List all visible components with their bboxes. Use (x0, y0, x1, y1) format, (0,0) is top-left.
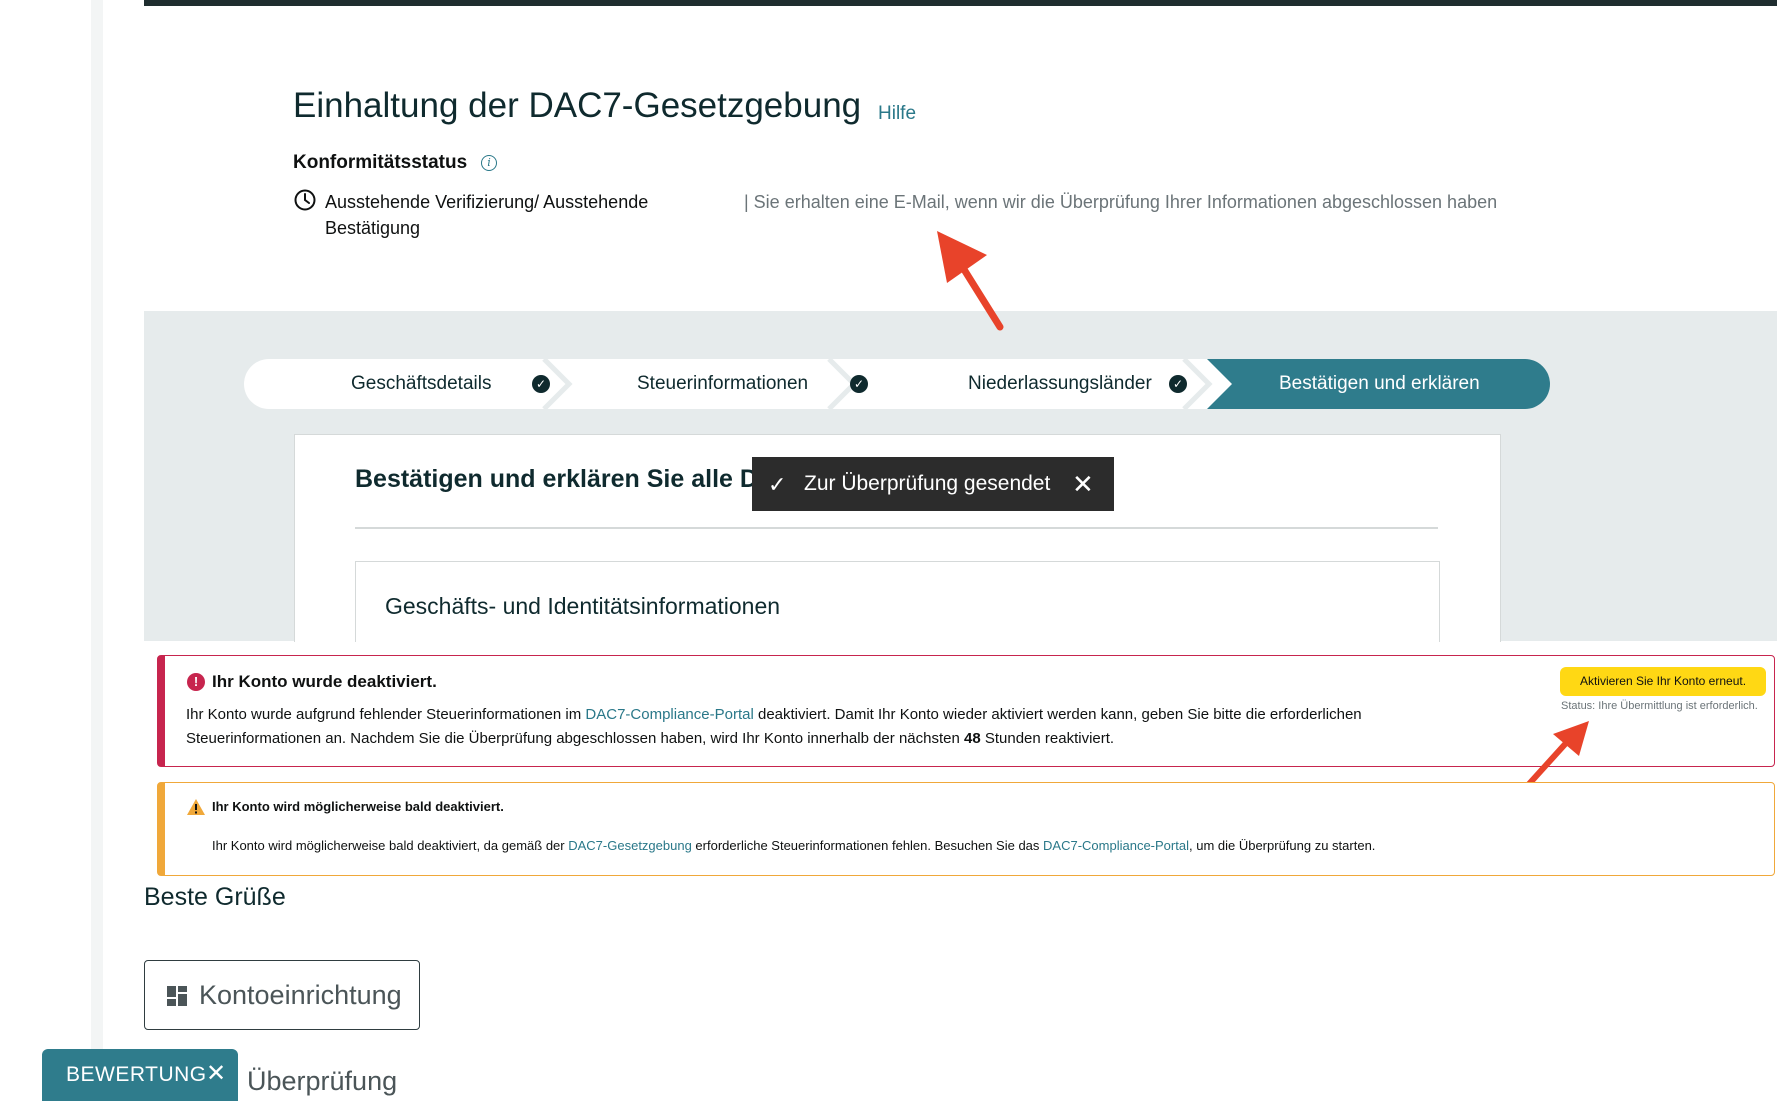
clock-icon (294, 189, 316, 211)
top-bar (144, 0, 1777, 6)
close-icon[interactable]: ✕ (206, 1059, 226, 1088)
alert-title: Ihr Konto wurde deaktiviert. (212, 672, 437, 691)
greeting: Beste Grüße (144, 883, 286, 911)
compliance-status-text: Ausstehende Verifizierung/ Ausstehende B… (325, 192, 649, 238)
alert-body: Ihr Konto wurde aufgrund fehlender Steue… (186, 703, 1496, 751)
step-tax-information[interactable]: Steuerinformationen (637, 373, 808, 395)
warning-body: Ihr Konto wird möglicherweise bald deakt… (212, 838, 1712, 853)
warning-body-text: , um die Überprüfung zu starten. (1188, 838, 1376, 853)
toast-text: Zur Überprüfung gesendet (804, 472, 1051, 495)
business-identity-title: Geschäfts- und Identitätsinformationen (385, 593, 781, 619)
step-establishment-countries[interactable]: Niederlassungsländer (968, 373, 1152, 395)
compliance-portal-link[interactable]: DAC7-Compliance-Portal (1043, 838, 1189, 853)
compliance-status-label: Konformitätsstatus (293, 152, 468, 173)
dac7-legislation-link[interactable]: DAC7-Gesetzgebung (568, 838, 692, 853)
account-setup-label: Kontoeinrichtung (199, 980, 402, 1010)
toast-notification: ✓ Zur Überprüfung gesendet ✕ (752, 457, 1114, 511)
warning-body-text: Ihr Konto wird möglicherweise bald deakt… (212, 838, 569, 853)
error-icon: ! (187, 673, 205, 691)
progress-stepper: Geschäftsdetails ✓ Steuerinformationen ✓… (244, 359, 1550, 409)
help-link[interactable]: Hilfe (878, 103, 916, 125)
account-setup-button[interactable]: Kontoeinrichtung (144, 960, 420, 1030)
reactivate-account-button[interactable]: Aktivieren Sie Ihr Konto erneut. (1560, 667, 1766, 696)
rating-tab[interactable]: BEWERTUNG ✕ (42, 1049, 238, 1101)
deactivation-warning-alert (157, 782, 1775, 876)
step-tax-information-check-icon: ✓ (850, 375, 868, 393)
warning-icon (187, 799, 205, 815)
compliance-status-note: | Sie erhalten eine E-Mail, wenn wir die… (744, 192, 1498, 212)
alert-body-text: Stunden reaktiviert. (980, 730, 1115, 747)
step-business-details-check-icon: ✓ (532, 375, 550, 393)
compliance-portal-link[interactable]: DAC7-Compliance-Portal (585, 706, 753, 723)
card-divider (355, 527, 1438, 529)
info-icon[interactable]: i (481, 155, 497, 171)
alert-body-text: Ihr Konto wurde aufgrund fehlender Steue… (186, 706, 586, 723)
reactivation-status: Status: Ihre Übermittlung ist erforderli… (1561, 700, 1758, 712)
dashboard-icon (167, 986, 187, 1006)
left-gutter-border (91, 0, 103, 1095)
close-icon[interactable]: ✕ (1072, 469, 1094, 500)
verification-text: : Überprüfung (232, 1066, 398, 1096)
annotation-arrow-icon (937, 231, 1004, 331)
page-title: Einhaltung der DAC7-Gesetzgebung (293, 86, 862, 125)
step-business-details[interactable]: Geschäftsdetails (351, 373, 491, 395)
check-icon: ✓ (768, 472, 787, 497)
step-confirm-declare[interactable]: Bestätigen und erklären (1279, 373, 1480, 395)
hours-value: 48 (964, 730, 981, 747)
step-establishment-countries-check-icon: ✓ (1169, 375, 1187, 393)
warning-body-text: erforderliche Steuerinformationen fehlen… (691, 838, 1044, 853)
rating-label: BEWERTUNG (66, 1063, 207, 1086)
left-gutter (0, 0, 91, 1095)
warning-title: Ihr Konto wird möglicherweise bald deakt… (212, 799, 504, 814)
